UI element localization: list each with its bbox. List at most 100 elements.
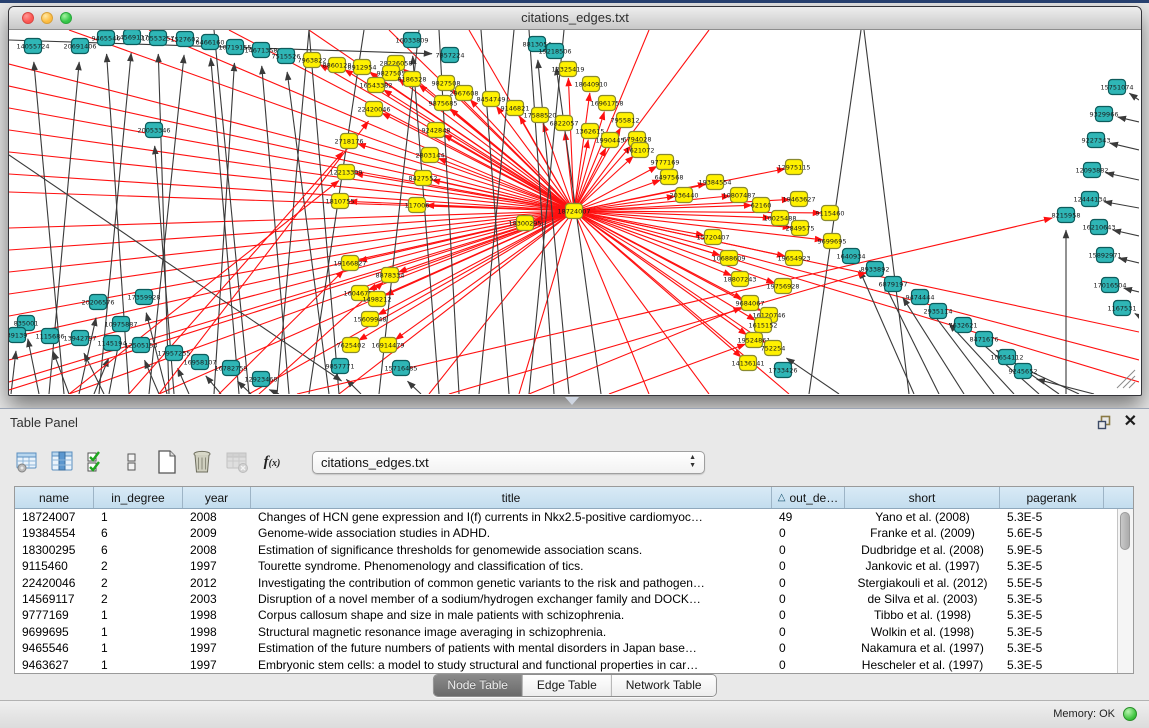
graph-node[interactable]: 2718176 (335, 134, 364, 149)
column-header-in_degree[interactable]: in_degree (94, 487, 183, 508)
graph-node[interactable]: 6497568 (655, 170, 684, 185)
float-panel-icon[interactable] (1097, 415, 1112, 430)
vertical-scrollbar[interactable] (1117, 509, 1133, 673)
graph-node[interactable]: 18640910 (574, 77, 607, 92)
graph-node[interactable]: 9699695 (818, 234, 847, 249)
graph-node[interactable]: 22420046 (357, 102, 390, 117)
graph-node[interactable]: 1733426 (769, 363, 798, 378)
graph-node[interactable]: 12093882 (1075, 163, 1108, 178)
network-graph[interactable]: 18724007 14055724 20691406 9465546 14569… (9, 30, 1139, 394)
graph-node[interactable]: 20053346 (137, 123, 170, 138)
graph-node[interactable]: 12444134 (1073, 192, 1106, 207)
function-builder-icon[interactable]: f(x) (259, 449, 285, 476)
column-header-year[interactable]: year (183, 487, 251, 508)
graph-node[interactable]: 19756928 (766, 279, 799, 294)
graph-node[interactable]: 10688609 (712, 251, 745, 266)
graph-node[interactable]: 8933892 (861, 262, 890, 277)
tab-node-table[interactable]: Node Table (433, 675, 523, 696)
graph-node[interactable]: 6879197 (879, 277, 908, 292)
graph-node[interactable]: 17016504 (1093, 278, 1126, 293)
graph-node[interactable]: 117006 (405, 198, 430, 213)
network-canvas[interactable]: 18724007 14055724 20691406 9465546 14569… (9, 30, 1139, 394)
resize-grip-icon[interactable] (1117, 370, 1135, 388)
column-header-out_de[interactable]: △out_de… (772, 487, 845, 508)
column-header-short[interactable]: short (845, 487, 1000, 508)
zoom-window-button[interactable] (60, 12, 72, 24)
graph-node[interactable]: 9115460 (816, 206, 845, 221)
minimize-window-button[interactable] (41, 12, 53, 24)
graph-node[interactable]: 13942757 (63, 331, 96, 346)
graph-node[interactable]: 9857771 (326, 359, 355, 374)
graph-node[interactable]: 12213399 (329, 165, 362, 180)
graph-node[interactable]: 8912954 (348, 60, 377, 75)
graph-node[interactable]: 10807487 (722, 188, 755, 203)
graph-node[interactable]: 1640934 (837, 249, 866, 264)
graph-node[interactable]: 17359928 (127, 290, 160, 305)
graph-node[interactable]: 8471676 (970, 332, 999, 347)
graph-node[interactable]: 39139 (9, 328, 27, 343)
table-settings-icon[interactable] (14, 449, 40, 476)
table-row[interactable]: 946362711997Embryonic stem cells: a mode… (15, 657, 1117, 673)
table-select-dropdown[interactable]: citations_edges.txt▲▼ (312, 451, 705, 474)
graph-node[interactable]: 2935114 (924, 304, 953, 319)
table-row[interactable]: 911546021997Tourette syndrome. Phenomeno… (15, 558, 1117, 574)
graph-node[interactable]: 10975887 (104, 317, 137, 332)
table-row[interactable]: 946554611997Estimation of the future num… (15, 640, 1117, 656)
graph-node[interactable]: 15609948 (353, 312, 386, 327)
graph-node[interactable]: 16033809 (395, 33, 428, 48)
table-row[interactable]: 1456911722003Disruption of a novel membe… (15, 591, 1117, 607)
table-row[interactable]: 977716911998Corpus callosum shape and si… (15, 607, 1117, 623)
graph-node[interactable]: 9329966 (1090, 107, 1119, 122)
graph-node[interactable]: 16210643 (1082, 220, 1115, 235)
graph-node[interactable]: 19654923 (777, 251, 810, 266)
graph-node[interactable]: 19463627 (782, 192, 815, 207)
table-row[interactable]: 969969511998Structural magnetic resonanc… (15, 624, 1117, 640)
scrollbar-thumb[interactable] (1120, 512, 1130, 550)
graph-node[interactable]: 2849575 (786, 221, 815, 236)
graph-node[interactable]: 19166827 (333, 256, 366, 271)
graph-node[interactable]: 12975115 (777, 160, 810, 175)
graph-node[interactable]: 9474444 (906, 290, 935, 305)
close-window-button[interactable] (22, 12, 34, 24)
graph-node[interactable]: 752254 (761, 341, 786, 356)
graph-node[interactable]: 15716485 (384, 361, 417, 376)
graph-node[interactable]: 2036440 (670, 188, 699, 203)
delete-icon[interactable] (189, 449, 215, 476)
graph-node[interactable]: 19384554 (698, 175, 731, 190)
select-rows-icon[interactable] (84, 449, 110, 476)
table-row[interactable]: 1872400712008Changes of HCN gene express… (15, 509, 1117, 525)
close-panel-icon[interactable]: ✕ (1124, 414, 1137, 430)
graph-node[interactable]: 16961758 (590, 96, 623, 111)
graph-node[interactable]: 12325419 (551, 62, 584, 77)
graph-node[interactable]: 7955812 (611, 113, 640, 128)
graph-node[interactable]: 12923468 (244, 372, 277, 387)
graph-node[interactable]: 16914479 (371, 338, 404, 353)
graph-node[interactable]: 7632621 (949, 318, 978, 333)
tab-network-table[interactable]: Network Table (612, 675, 716, 696)
graph-node[interactable]: 15720407 (696, 230, 729, 245)
graph-node[interactable]: 8215958 (1052, 208, 1081, 223)
column-header-pagerank[interactable]: pagerank (1000, 487, 1104, 508)
graph-node[interactable]: 16782759 (214, 361, 247, 376)
graph-node[interactable]: 1810755 (326, 194, 355, 209)
graph-node[interactable]: 7625402 (337, 338, 366, 353)
table-row[interactable]: 2242004622012Investigating the contribut… (15, 575, 1117, 591)
window-titlebar[interactable]: citations_edges.txt (9, 7, 1141, 30)
graph-node[interactable]: 9227343 (1082, 133, 1111, 148)
graph-node[interactable]: 9875685 (429, 96, 458, 111)
graph-node[interactable]: 15892971 (1088, 248, 1121, 263)
select-columns-icon[interactable] (49, 449, 75, 476)
column-header-name[interactable]: name (15, 487, 94, 508)
graph-node[interactable]: 1167531 (1108, 301, 1137, 316)
tab-edge-table[interactable]: Edge Table (523, 675, 612, 696)
table-row[interactable]: 1938455462009Genome-wide association stu… (15, 525, 1117, 541)
graph-node[interactable]: 62160 (751, 198, 772, 213)
table-row[interactable]: 1830029562008Estimation of significance … (15, 542, 1117, 558)
row-height-icon[interactable] (119, 449, 145, 476)
new-document-icon[interactable] (154, 449, 180, 476)
graph-node[interactable]: 10654112 (990, 350, 1023, 365)
network-view-window[interactable]: citations_edges.txt 18724007 14055724 20… (8, 6, 1142, 396)
split-pane-collapse-handle[interactable] (565, 397, 579, 405)
column-header-title[interactable]: title (251, 487, 772, 508)
graph-node[interactable]: 15751074 (1100, 80, 1133, 95)
